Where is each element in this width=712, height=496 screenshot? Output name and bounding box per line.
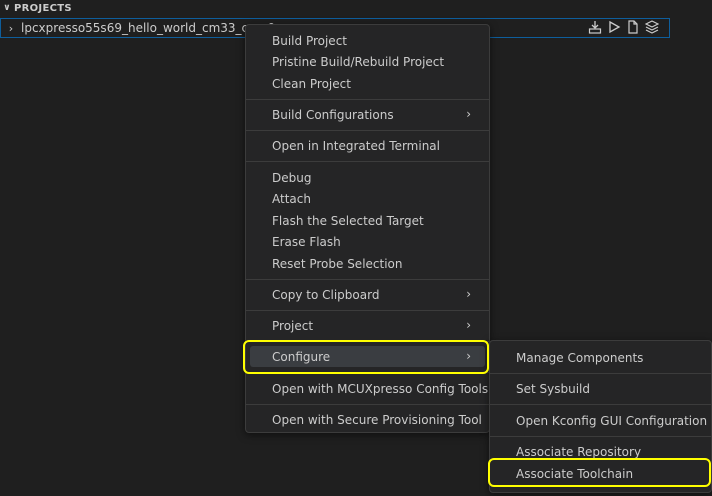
chevron-right-icon[interactable]: › bbox=[1, 22, 21, 35]
highlight-configure bbox=[243, 340, 489, 374]
import-icon[interactable] bbox=[588, 20, 602, 34]
menu-item-label: Copy to Clipboard bbox=[272, 287, 380, 302]
menu-item-label: Build Configurations bbox=[272, 107, 394, 122]
chevron-right-icon: › bbox=[466, 318, 471, 332]
menu-item-open-kconfig[interactable]: Open Kconfig GUI Configuration bbox=[494, 410, 707, 431]
highlight-associate-toolchain bbox=[488, 458, 711, 487]
menu-item-debug[interactable]: Debug bbox=[250, 167, 485, 188]
menu-item-build-project[interactable]: Build Project bbox=[250, 30, 485, 51]
panel-title: PROJECTS bbox=[14, 2, 72, 14]
chevron-down-icon: ∨ bbox=[3, 3, 11, 13]
menu-separator bbox=[246, 99, 489, 100]
menu-item-open-secure-prov[interactable]: Open with Secure Provisioning Tool bbox=[250, 409, 485, 430]
menu-item-attach[interactable]: Attach bbox=[250, 188, 485, 209]
project-name: lpcxpresso55s69_hello_world_cm33_core0 bbox=[21, 21, 276, 35]
layers-icon[interactable] bbox=[645, 20, 659, 34]
menu-separator bbox=[246, 310, 489, 311]
menu-item-erase-flash[interactable]: Erase Flash bbox=[250, 231, 485, 252]
menu-item-copy-clipboard[interactable]: Copy to Clipboard › bbox=[250, 284, 485, 305]
menu-item-flash-target[interactable]: Flash the Selected Target bbox=[250, 210, 485, 231]
menu-separator bbox=[490, 373, 711, 374]
menu-item-project[interactable]: Project › bbox=[250, 315, 485, 336]
project-row-actions bbox=[588, 20, 659, 34]
menu-separator bbox=[246, 130, 489, 131]
menu-separator bbox=[246, 161, 489, 162]
menu-separator bbox=[490, 404, 711, 405]
menu-item-clean-project[interactable]: Clean Project bbox=[250, 73, 485, 94]
menu-item-open-terminal[interactable]: Open in Integrated Terminal bbox=[250, 135, 485, 156]
menu-separator bbox=[490, 436, 711, 437]
file-icon[interactable] bbox=[626, 20, 640, 34]
menu-item-pristine-build[interactable]: Pristine Build/Rebuild Project bbox=[250, 51, 485, 72]
menu-item-build-configurations[interactable]: Build Configurations › bbox=[250, 104, 485, 125]
menu-separator bbox=[246, 279, 489, 280]
menu-item-reset-probe[interactable]: Reset Probe Selection bbox=[250, 253, 485, 274]
run-icon[interactable] bbox=[607, 20, 621, 34]
menu-item-manage-components[interactable]: Manage Components bbox=[494, 347, 707, 368]
menu-item-set-sysbuild[interactable]: Set Sysbuild bbox=[494, 378, 707, 399]
chevron-right-icon: › bbox=[466, 287, 471, 301]
menu-separator bbox=[246, 404, 489, 405]
menu-item-label: Project bbox=[272, 318, 314, 333]
projects-panel-header[interactable]: ∨ PROJECTS bbox=[0, 0, 712, 16]
chevron-right-icon: › bbox=[466, 107, 471, 121]
menu-item-open-mcux-config[interactable]: Open with MCUXpresso Config Tools bbox=[250, 378, 488, 399]
